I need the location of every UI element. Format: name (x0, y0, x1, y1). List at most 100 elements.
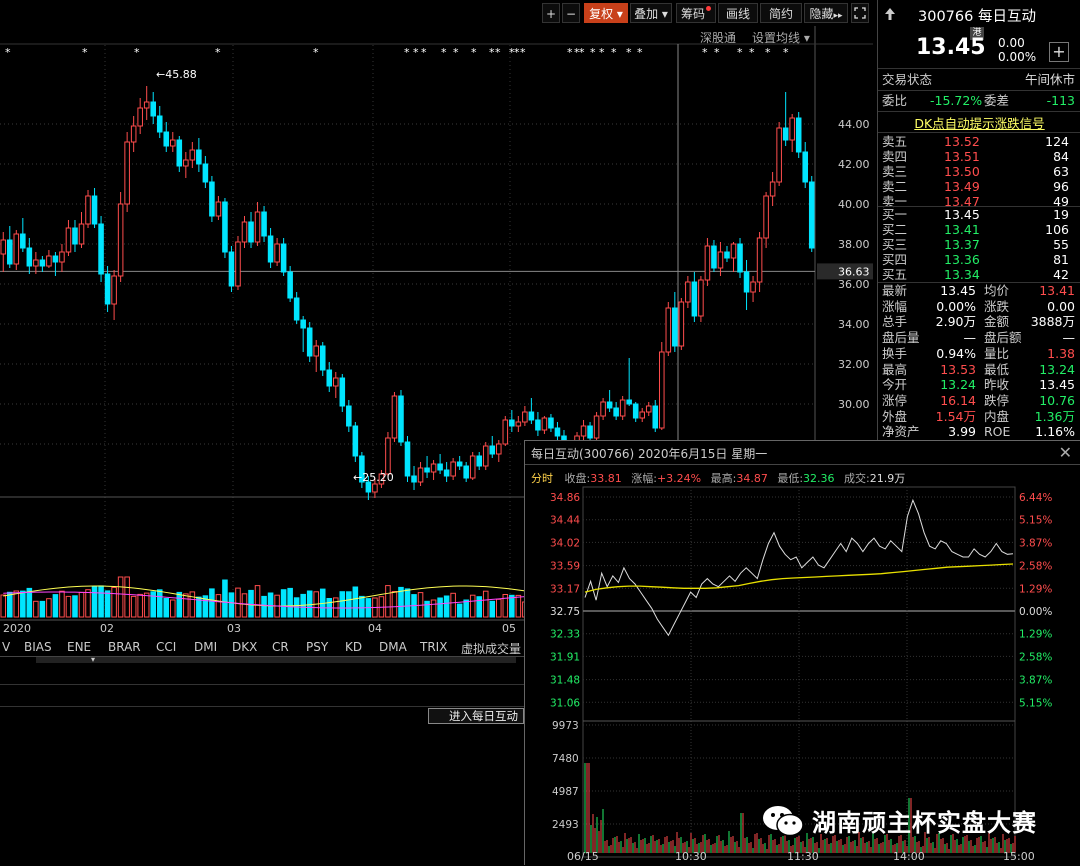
indicator-tab-trix[interactable]: TRIX (420, 640, 447, 654)
candle-body (313, 345, 320, 357)
volume-bar (391, 591, 398, 618)
candle-body (98, 223, 104, 275)
candle-body (509, 419, 515, 427)
candle-body (769, 181, 776, 197)
ask-label: 卖四 (882, 149, 908, 164)
bid-row[interactable]: 买五 13.34 42 (878, 267, 1080, 282)
event-marker: * (737, 46, 743, 59)
volume-bar (352, 586, 359, 618)
stat-value: 3.99 (948, 424, 976, 440)
volume-bar (6, 591, 13, 618)
indicator-tab-psy[interactable]: PSY (306, 640, 328, 654)
stat-row: 盘后量 — 盘后额 — (878, 330, 1080, 345)
add-watchlist-button[interactable]: + (1049, 42, 1069, 62)
volume-tick-label: 4987 (552, 786, 579, 798)
ask-row[interactable]: 卖五 13.52 124 (878, 134, 1080, 149)
candle-body (189, 149, 196, 161)
event-marker: * (5, 46, 11, 59)
dk-signal-link[interactable]: DK点自动提示涨跌信号 (878, 113, 1080, 132)
volume-bar (450, 592, 456, 618)
bid-row[interactable]: 买二 13.41 106 (878, 222, 1080, 237)
candle-body (482, 445, 489, 467)
volume-bar (437, 597, 443, 618)
indicator-tab-brar[interactable]: BRAR (108, 640, 141, 654)
stat-row: 今开 13.24 昨收 13.45 (878, 377, 1080, 392)
event-marker: * (599, 46, 605, 59)
ask-volume: 84 (1053, 149, 1069, 164)
stat-label: 最低 (984, 361, 1010, 377)
indicator-tab-虚拟成交量[interactable]: 虚拟成交量 (461, 640, 521, 657)
volume-bar (176, 591, 183, 618)
candle-body (463, 465, 469, 479)
candle-body (698, 279, 704, 317)
stat-value: 13.45 (1039, 377, 1075, 393)
bid-row[interactable]: 买三 13.37 55 (878, 237, 1080, 252)
indicator-tab-kd[interactable]: KD (345, 640, 362, 654)
stat-row: 最新 13.45 均价 13.41 (878, 283, 1080, 298)
volume-bar (476, 596, 483, 618)
bid-volume: 42 (1053, 267, 1069, 282)
bid-row[interactable]: 买四 13.36 81 (878, 252, 1080, 267)
stat-row: 净资产 3.99 ROE 1.16% (878, 424, 1080, 439)
bid-price: 13.34 (944, 267, 980, 282)
candle-body (104, 273, 111, 305)
candle-body (385, 437, 391, 475)
volume-bar (515, 594, 522, 618)
candle-body (424, 467, 430, 473)
y-tick-label: 38.00 (838, 238, 870, 251)
ask-row[interactable]: 卖四 13.51 84 (878, 149, 1080, 164)
stat-label: 今开 (882, 377, 908, 393)
horizontal-scrollbar[interactable] (36, 657, 516, 663)
event-marker: * (637, 46, 643, 59)
volume-bar (137, 593, 143, 618)
volume-bar (104, 590, 111, 618)
candle-body (248, 221, 254, 243)
indicator-tab-cr[interactable]: CR (272, 640, 289, 654)
ask-row[interactable]: 卖二 13.49 96 (878, 179, 1080, 194)
indicator-tab-ene[interactable]: ENE (67, 640, 91, 654)
candle-body (437, 463, 443, 471)
candle-body (626, 399, 632, 405)
event-marker: * (215, 46, 221, 59)
volume-bar (209, 588, 215, 618)
indicator-tab-dkx[interactable]: DKX (232, 640, 257, 654)
indicator-tab-cci[interactable]: CCI (156, 640, 176, 654)
volume-bar (52, 594, 59, 618)
bid-volume: 55 (1053, 237, 1069, 252)
enter-stock-button[interactable]: 进入每日互动 (428, 708, 524, 724)
candle-body (326, 369, 333, 387)
volume-bar (404, 588, 411, 618)
candle-body (691, 281, 698, 317)
volume-bar (248, 589, 254, 618)
pct-tick-label: 2.58% (1019, 651, 1052, 663)
candle-body (235, 241, 241, 287)
ask-row[interactable]: 卖三 13.50 63 (878, 164, 1080, 179)
up-arrow-icon[interactable] (885, 8, 895, 20)
stat-value: 10.76 (1039, 392, 1075, 408)
x-tick-label: 2020 (3, 622, 31, 635)
indicator-tab-bias[interactable]: BIAS (24, 640, 52, 654)
stock-name: 每日互动 (977, 9, 1036, 25)
volume-bar (169, 599, 176, 618)
volume-bar (13, 590, 20, 618)
candle-body (756, 237, 763, 283)
event-marker: * (714, 46, 720, 59)
y-tick-label: 44.00 (838, 118, 870, 131)
candle-body (150, 101, 157, 117)
ask-label: 卖二 (882, 179, 908, 194)
candle-body (183, 159, 189, 167)
volume-bar (443, 595, 450, 618)
indicator-tab-v[interactable]: V (2, 640, 10, 654)
candle-body (117, 203, 124, 277)
candle-body (658, 351, 665, 429)
bid-row[interactable]: 买一 13.45 19 (878, 207, 1080, 222)
scroll-arrow-icon[interactable]: ▾ (85, 656, 101, 664)
volume-bar (254, 585, 261, 618)
indicator-tab-dmi[interactable]: DMI (194, 640, 217, 654)
price-tick-label: 34.44 (550, 515, 580, 527)
candle-body (339, 377, 346, 407)
stat-label: 涨停 (882, 392, 908, 408)
indicator-tab-dma[interactable]: DMA (379, 640, 407, 654)
candle-body (587, 425, 593, 439)
price-tick-label: 31.91 (550, 651, 580, 663)
